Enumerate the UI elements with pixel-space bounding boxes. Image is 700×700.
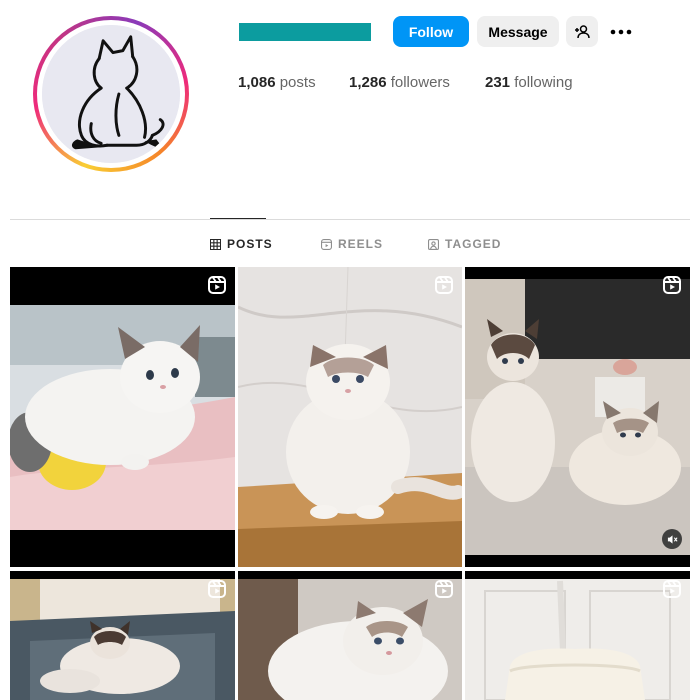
suggested-users-button[interactable]	[566, 16, 598, 47]
avatar-cat-logo	[42, 25, 180, 163]
grid-tile-1[interactable]	[10, 267, 235, 567]
cat-line-art-icon	[42, 25, 180, 163]
followers-count[interactable]: 1,286 followers	[349, 74, 450, 91]
grid-tile-3[interactable]	[465, 267, 690, 567]
profile-avatar[interactable]	[33, 16, 189, 172]
grid-tile-4[interactable]	[10, 571, 235, 700]
reel-icon	[662, 579, 682, 599]
grid-tile-2[interactable]	[238, 267, 462, 567]
reels-icon	[321, 238, 332, 250]
reel-icon	[434, 579, 454, 599]
tabs-divider	[10, 219, 690, 220]
more-options-button[interactable]	[606, 16, 636, 47]
grid-tile-6[interactable]	[465, 571, 690, 700]
active-tab-indicator	[210, 218, 266, 219]
ellipsis-icon	[610, 29, 632, 34]
photo-cat-closeup	[238, 571, 462, 700]
photo-armchair-room	[465, 571, 690, 700]
audio-muted-button[interactable]	[662, 529, 682, 549]
posts-count: 1,086 posts	[238, 74, 316, 91]
tagged-icon	[428, 238, 439, 250]
grid-tile-5[interactable]	[238, 571, 462, 700]
photo-cat-in-bed	[10, 571, 235, 700]
tab-reels[interactable]: REELS	[321, 236, 383, 252]
speaker-muted-icon	[667, 534, 678, 544]
follow-button[interactable]: Follow	[393, 16, 469, 47]
photo-cat-wooden-shelf	[238, 267, 462, 567]
following-count[interactable]: 231 following	[485, 74, 573, 91]
tab-posts[interactable]: POSTS	[210, 236, 273, 252]
grid-icon	[210, 238, 221, 250]
tab-tagged[interactable]: TAGGED	[428, 236, 501, 252]
photo-two-cats-indoors	[465, 267, 690, 567]
photo-kitten-pink-blanket	[10, 267, 235, 567]
add-person-icon	[575, 24, 590, 38]
username-redacted	[239, 23, 371, 41]
reel-icon	[434, 275, 454, 295]
reel-icon	[207, 275, 227, 295]
reel-icon	[662, 275, 682, 295]
reel-icon	[207, 579, 227, 599]
message-button[interactable]: Message	[477, 16, 559, 47]
